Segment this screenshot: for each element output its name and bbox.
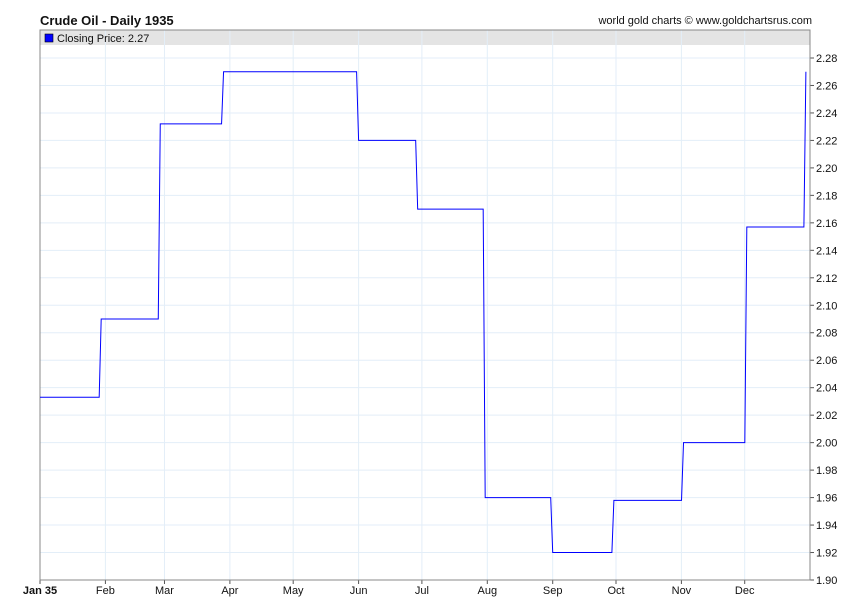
- x-tick-label: May: [283, 585, 304, 597]
- y-tick-label: 2.06: [816, 355, 837, 367]
- x-tick-label: Oct: [607, 585, 624, 597]
- y-tick-label: 1.92: [816, 548, 837, 560]
- legend-band: [40, 30, 810, 45]
- y-tick-label: 2.12: [816, 273, 837, 285]
- y-tick-label: 1.90: [816, 575, 837, 587]
- y-tick-label: 2.20: [816, 163, 837, 175]
- y-tick-label: 2.24: [816, 108, 837, 120]
- y-tick-label: 1.96: [816, 493, 837, 505]
- y-tick-label: 1.98: [816, 465, 837, 477]
- y-tick-label: 2.00: [816, 438, 837, 450]
- y-tick-label: 2.26: [816, 80, 837, 92]
- y-tick-label: 2.18: [816, 190, 837, 202]
- x-tick-label: Aug: [478, 585, 498, 597]
- y-tick-label: 2.02: [816, 410, 837, 422]
- y-tick-label: 2.10: [816, 300, 837, 312]
- y-tick-label: 2.28: [816, 53, 837, 65]
- y-tick-label: 2.16: [816, 218, 837, 230]
- y-tick-label: 2.04: [816, 383, 837, 395]
- series-line-closing-price: [40, 71, 807, 554]
- x-tick-label: Mar: [155, 585, 174, 597]
- x-tick-label: Apr: [221, 585, 238, 597]
- x-tick-label: Dec: [735, 585, 755, 597]
- x-tick-label: Nov: [672, 585, 692, 597]
- x-tick-label: Jun: [350, 585, 368, 597]
- y-tick-label: 1.94: [816, 520, 837, 532]
- legend-label: Closing Price: 2.27: [57, 33, 149, 45]
- x-tick-label: Feb: [96, 585, 115, 597]
- x-tick-label: Sep: [543, 585, 563, 597]
- chart-container: Crude Oil - Daily 1935 world gold charts…: [0, 0, 850, 616]
- legend-swatch: [44, 33, 54, 43]
- chart-svg: 2.28 2.26 2.24 2.22 2.20 2.18 2.16 2.14 2.12 2.10…: [23, 29, 837, 597]
- x-tick-label: Jan 35: [23, 585, 57, 597]
- y-tick-label: 2.08: [816, 328, 837, 340]
- y-tick-label: 2.22: [816, 135, 837, 147]
- x-tick-label: Jul: [415, 585, 429, 597]
- y-tick-label: 2.14: [816, 245, 837, 257]
